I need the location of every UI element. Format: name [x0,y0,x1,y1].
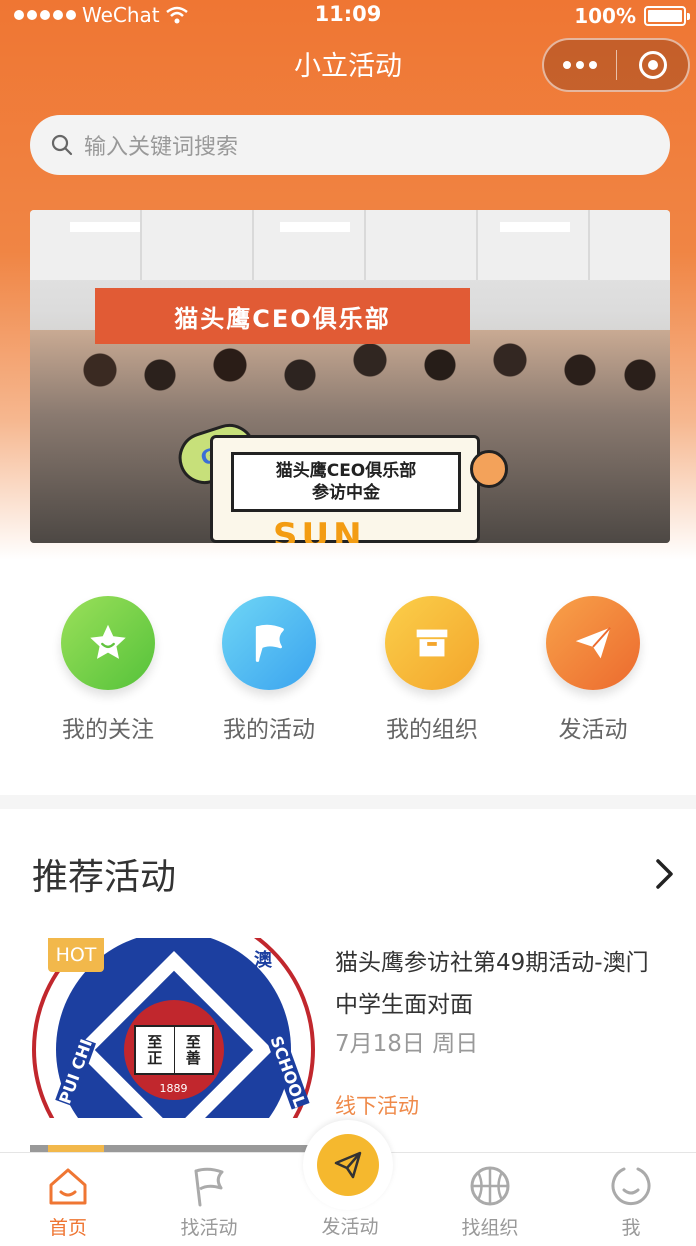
activity-date: 7月18日 周日 [335,1031,479,1057]
battery-icon [644,6,690,26]
banner-sign-line1: 猫头鹰CEO俱乐部 [275,460,417,481]
banner-photo-light [500,222,570,232]
paper-plane-icon [546,596,640,690]
search-placeholder: 输入关键词搜索 [84,135,239,160]
tab-label: 我 [621,1217,641,1239]
tab-publish-activity[interactable] [303,1120,393,1210]
banner-photo-light [70,222,140,232]
quick-entry-my-activities[interactable]: 我的活动 [189,596,349,744]
emblem-book: 至正 至善 [133,1024,214,1075]
banner-smile-sticker [470,450,508,488]
close-target-icon [638,51,667,79]
box-icon [385,596,479,690]
tab-label: 首页 [48,1217,87,1239]
tab-home[interactable]: 首页 [8,1163,128,1240]
hot-badge: HOT [48,938,104,972]
more-menu-button[interactable] [544,40,616,90]
quick-entry-label: 我的关注 [62,717,154,743]
tab-label: 找活动 [180,1217,238,1239]
close-miniprogram-button[interactable] [617,40,688,90]
quick-entries: 我的关注 我的活动 我的组织 发活动 [0,596,696,746]
tab-find-activity[interactable]: 找活动 [149,1163,269,1240]
tab-me[interactable]: 我 [571,1163,691,1240]
basketball-icon [470,1166,510,1206]
flag-icon [194,1167,224,1207]
section-divider [0,795,696,809]
activity-title: 猫头鹰参访社第49期活动-澳门中学生面对面 [335,950,649,1018]
emblem-year: 1889 [159,1082,188,1095]
banner-sign-big: SUN [273,516,366,543]
tab-find-organization[interactable]: 找组织 [430,1163,550,1240]
tab-label: 找组织 [461,1217,519,1239]
chevron-right-icon[interactable] [650,856,678,892]
star-icon [61,596,155,690]
miniprogram-capsule [542,38,690,92]
search-input[interactable]: 输入关键词搜索 [30,115,670,175]
quick-entry-label: 我的组织 [386,717,478,743]
activity-thumbnail: 至正 至善 1889 PUI CHI SCHOOL 澳 HOT [30,938,315,1118]
home-icon [49,1168,87,1205]
battery-indicator: 100% [574,4,690,28]
banner-photo-ceiling [30,210,670,280]
banner-photo-light [280,222,350,232]
banner-sign: 猫头鹰CEO俱乐部 参访中金 SUN [210,435,480,543]
quick-entry-label: 我的活动 [223,717,315,743]
section-title: 推荐活动 [32,857,177,898]
activity-card[interactable]: 至正 至善 1889 PUI CHI SCHOOL 澳 HOT 猫头鹰参访社第4… [30,938,670,1118]
battery-percent: 100% [574,4,636,28]
activity-tag: 线下活动 [335,1094,419,1118]
emblem-text-top: 澳 [254,950,272,971]
flag-icon [222,596,316,690]
quick-entry-follow[interactable]: 我的关注 [28,596,188,744]
tab-label: 发活动 [321,1216,379,1238]
paper-plane-icon [317,1134,379,1196]
quick-entry-label: 发活动 [558,717,628,743]
status-bar: WeChat 11:09 100% [0,0,696,32]
search-icon [51,134,73,156]
banner-sign-line2: 参访中金 [312,483,380,503]
quick-entry-publish[interactable]: 发活动 [513,596,673,744]
quick-entry-my-organization[interactable]: 我的组织 [352,596,512,744]
banner-carousel[interactable]: 猫头鹰CEO俱乐部 GG 猫头鹰CEO俱乐部 参访中金 SUN [30,210,670,543]
smile-icon [611,1167,651,1206]
banner-flag-text: 猫头鹰CEO俱乐部 [95,288,470,344]
